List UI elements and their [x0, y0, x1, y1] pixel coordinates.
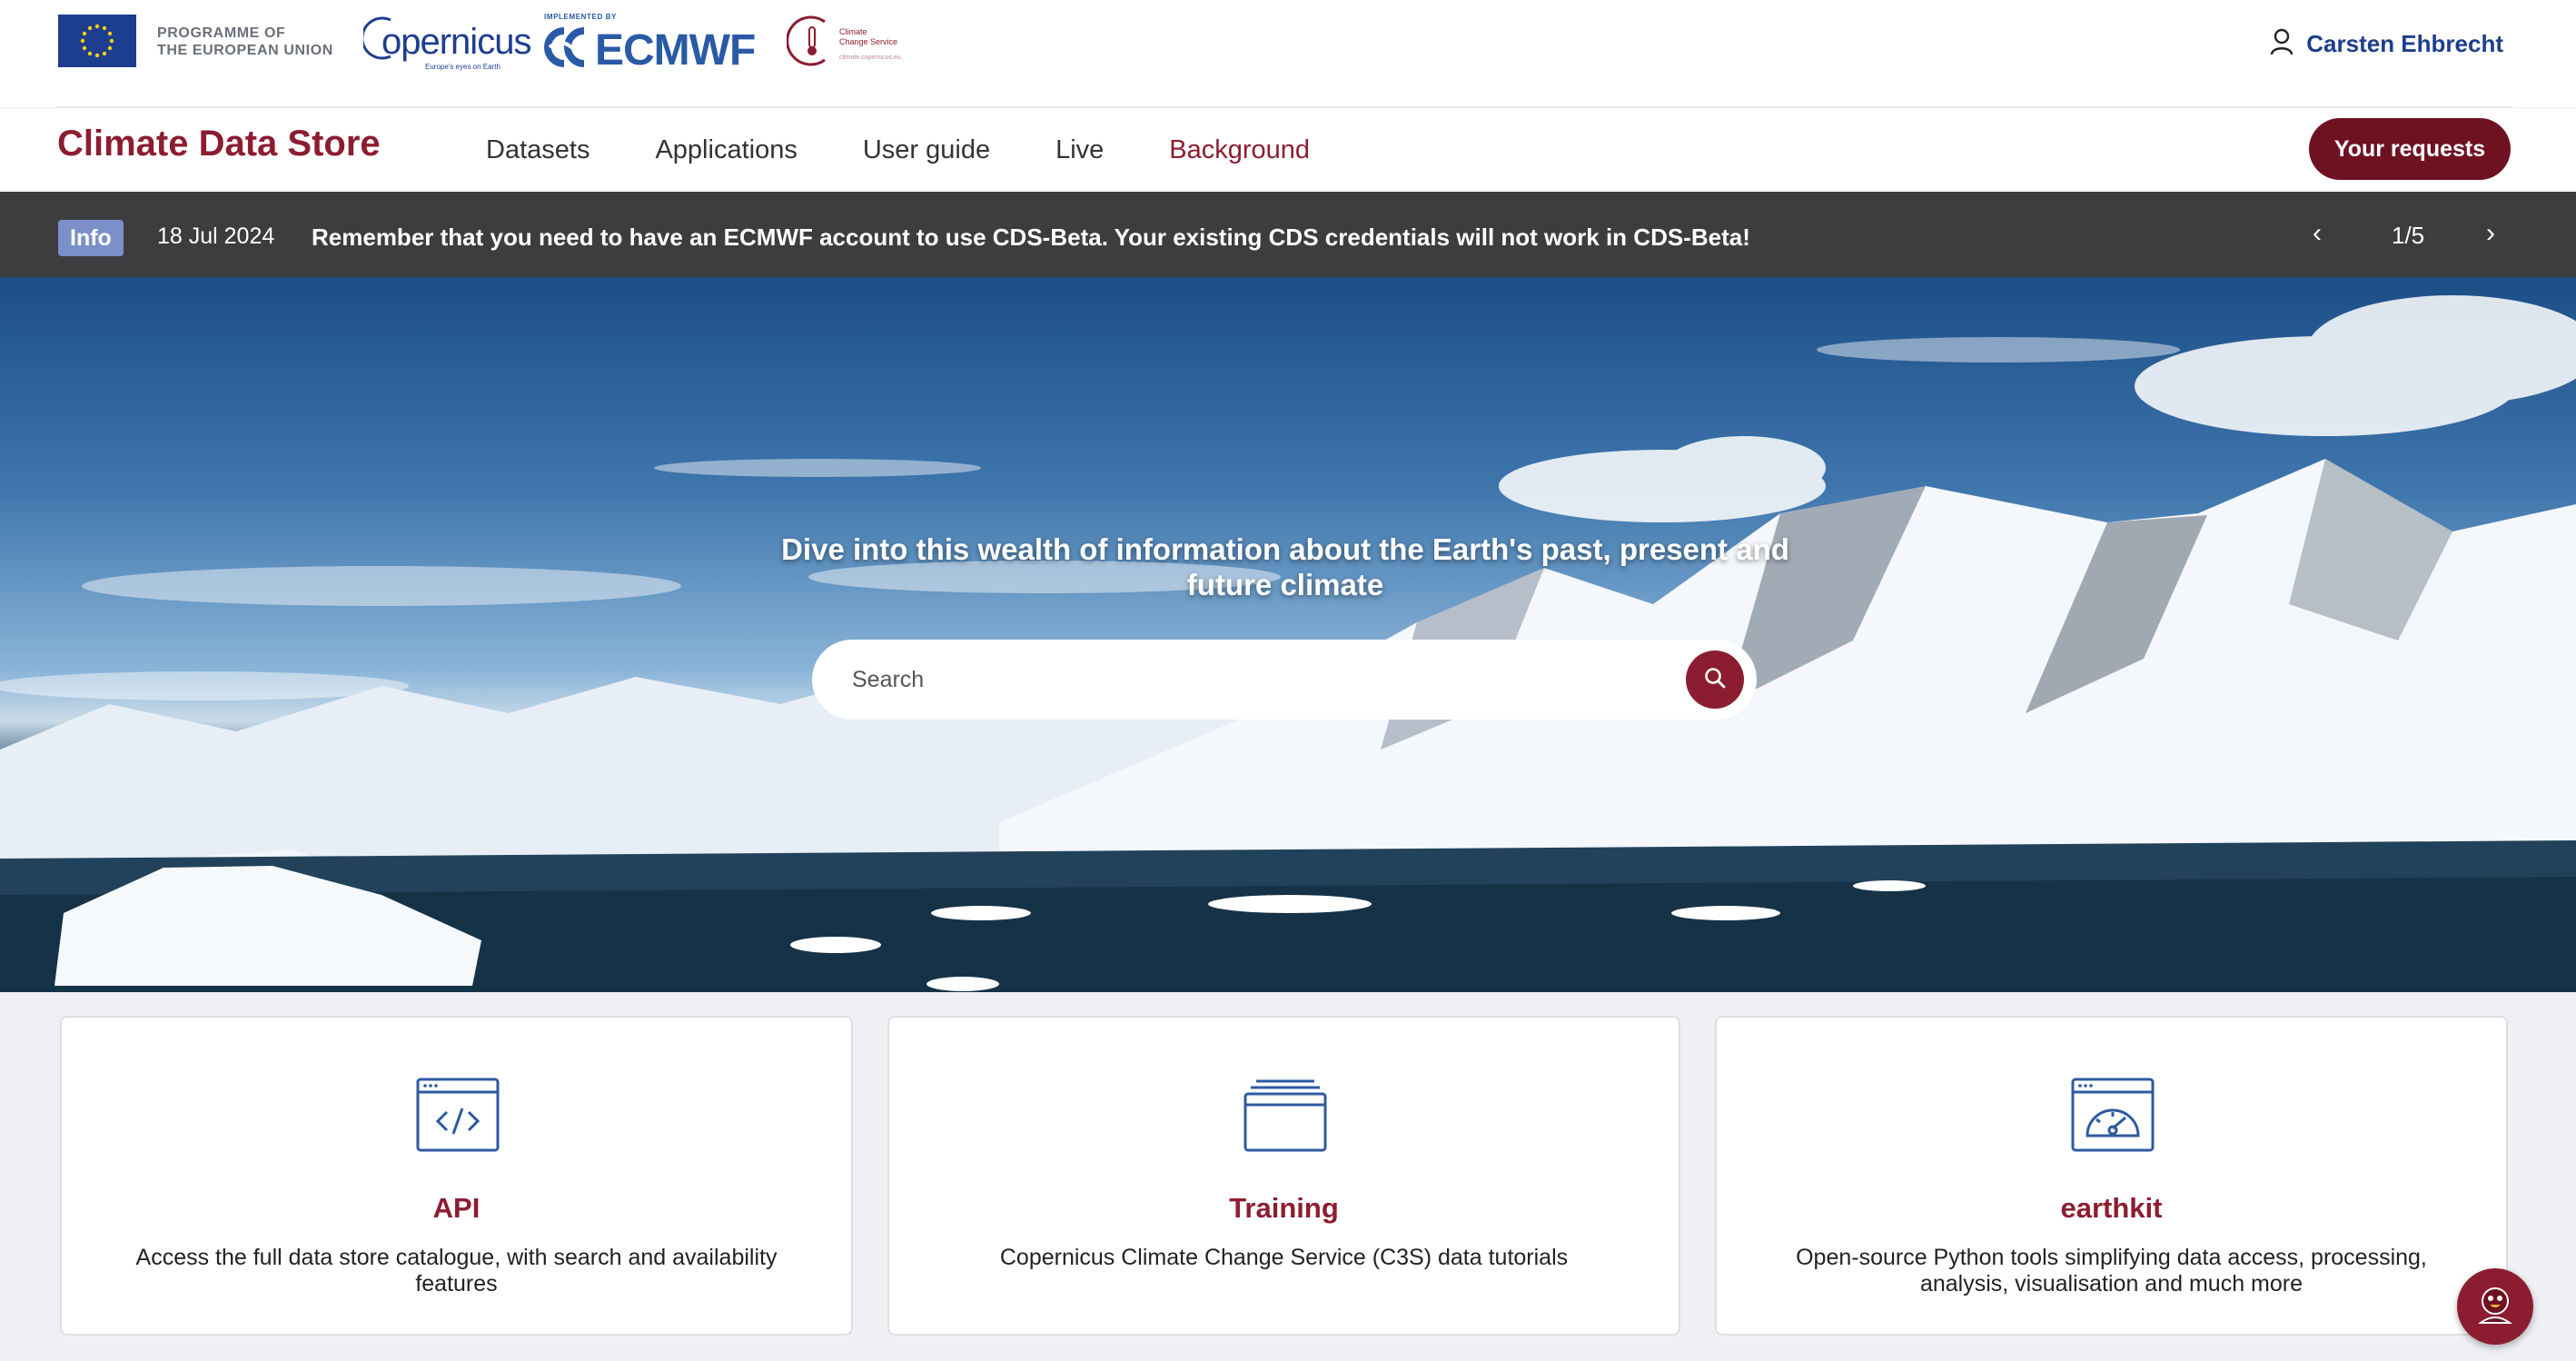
nav-item-datasets[interactable]: Datasets: [486, 135, 590, 165]
stacked-window-icon: [1243, 1078, 1327, 1157]
chat-assistant-button[interactable]: [2457, 1268, 2533, 1345]
search-input[interactable]: [852, 661, 1651, 698]
copernicus-logo[interactable]: opernicus Europe's eyes on Earth: [363, 13, 531, 71]
card-description: Copernicus Climate Change Service (C3S) …: [999, 1245, 1569, 1270]
card-title: Training: [1229, 1192, 1339, 1224]
card-api[interactable]: API Access the full data store catalogue…: [60, 1016, 853, 1336]
logo-bar: PROGRAMME OF THE EUROPEAN UNION opernicu…: [0, 0, 2576, 108]
card-description: Open-source Python tools simplifying dat…: [1796, 1245, 2427, 1296]
nav-item-user-guide[interactable]: User guide: [863, 135, 990, 165]
eu-flag-logo: [58, 15, 136, 67]
feature-cards: API Access the full data store catalogue…: [60, 1016, 2512, 1336]
search-button[interactable]: [1686, 651, 1744, 709]
banner-pager: 1/5: [2392, 222, 2425, 249]
card-training[interactable]: Training Copernicus Climate Change Servi…: [887, 1016, 1680, 1336]
chevron-left-icon[interactable]: ‹: [2313, 218, 2322, 249]
c3s-logo[interactable]: Climate Change Service climate.copernicu…: [787, 13, 923, 69]
gauge-window-icon: [2071, 1078, 2155, 1157]
nav-item-live[interactable]: Live: [1055, 135, 1104, 165]
card-description: Access the full data store catalogue, wi…: [135, 1245, 778, 1296]
ecmwf-logo[interactable]: IMPLEMENTED BY ECMWF: [542, 11, 756, 75]
hero-headline: Dive into this wealth of information abo…: [781, 532, 1789, 601]
eu-programme-text: PROGRAMME OF THE EUROPEAN UNION: [157, 25, 333, 58]
hero-section: Dive into this wealth of information abo…: [0, 277, 2576, 992]
user-name[interactable]: Carsten Ehbrecht: [2306, 30, 2503, 58]
search-icon: [1703, 666, 1727, 694]
nav-menu: Datasets Applications User guide Live Ba…: [486, 135, 1310, 165]
search-box: [812, 640, 1757, 720]
banner-date: 18 Jul 2024: [157, 224, 275, 249]
banner-message: Remember that you need to have an ECMWF …: [312, 224, 1750, 251]
info-banner: Info 18 Jul 2024 Remember that you need …: [0, 192, 2576, 277]
chevron-right-icon[interactable]: ›: [2486, 218, 2495, 249]
card-earthkit[interactable]: earthkit Open-source Python tools simpli…: [1715, 1016, 2508, 1336]
code-window-icon: [416, 1078, 500, 1157]
site-title[interactable]: Climate Data Store: [57, 124, 381, 164]
hero-background-image: [0, 295, 2576, 992]
nav-item-background[interactable]: Background: [1169, 135, 1310, 165]
info-badge: Info: [58, 220, 124, 256]
chat-assistant-icon: [2470, 1279, 2521, 1335]
main-nav: Climate Data Store Datasets Applications…: [0, 108, 2576, 192]
card-title: API: [432, 1192, 481, 1224]
card-title: earthkit: [2060, 1192, 2163, 1224]
nav-item-applications[interactable]: Applications: [655, 135, 797, 165]
user-menu[interactable]: Carsten Ehbrecht: [2270, 28, 2503, 60]
your-requests-button[interactable]: Your requests: [2309, 118, 2511, 180]
user-icon: [2270, 28, 2294, 60]
